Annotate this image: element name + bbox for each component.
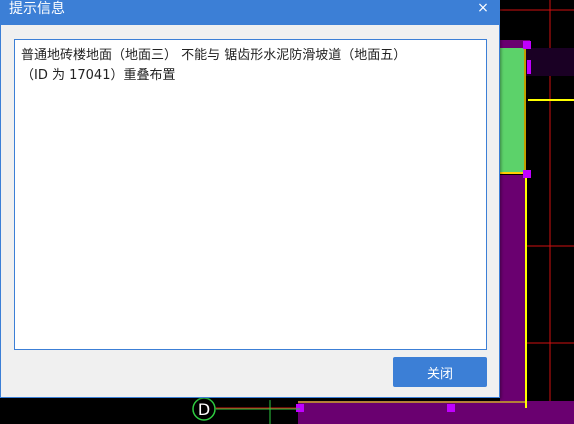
dialog-title: 提示信息 (9, 1, 65, 17)
grip-handle[interactable] (523, 41, 531, 49)
wall-horizontal[interactable] (298, 401, 574, 424)
message-dialog: 提示信息 × 普通地砖楼地面（地面三） 不能与 锯齿形水泥防滑坡道（地面五） （… (0, 0, 500, 398)
green-room[interactable] (500, 48, 525, 173)
dialog-titlebar[interactable]: 提示信息 × (1, 1, 499, 25)
grip-handle[interactable] (523, 170, 531, 178)
close-button[interactable]: 关闭 (393, 357, 487, 387)
grip-handle[interactable] (447, 404, 455, 412)
axis-label: D (198, 400, 210, 419)
message-text: 普通地砖楼地面（地面三） 不能与 锯齿形水泥防滑坡道（地面五） （ID 为 17… (14, 39, 487, 350)
grip-handle[interactable] (296, 404, 304, 412)
wall-vertical[interactable] (500, 175, 525, 424)
close-icon[interactable]: × (471, 1, 495, 19)
wall-right-stub[interactable] (524, 48, 574, 76)
